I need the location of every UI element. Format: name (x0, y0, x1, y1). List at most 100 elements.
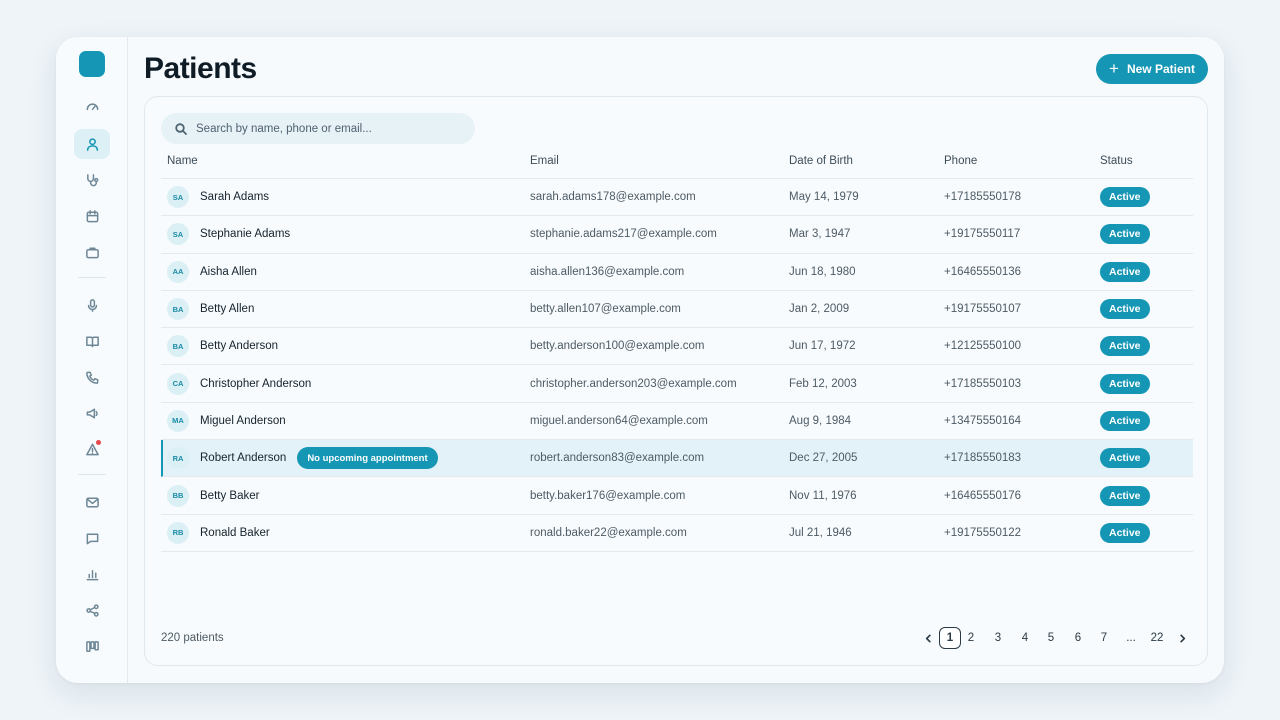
status-badge: Active (1100, 224, 1150, 245)
table-row[interactable]: AA Aisha Allen aisha.allen136@example.com J… (161, 254, 1193, 291)
dob-cell: Jun 18, 1980 (789, 265, 856, 278)
avatar: BB (167, 484, 189, 507)
email-cell: betty.allen107@example.com (530, 303, 681, 316)
microphone-icon (87, 298, 97, 312)
sidebar-item-mail[interactable] (74, 487, 110, 517)
sidebar-item-announcements[interactable] (74, 398, 110, 428)
patient-name[interactable]: Aisha Allen (200, 266, 257, 278)
current-page-button[interactable]: 1 (939, 627, 961, 649)
plus-icon: + (1109, 59, 1119, 78)
next-page-button[interactable] (1171, 627, 1193, 649)
mail-icon (85, 497, 99, 507)
phone-cell: +16465550136 (944, 265, 1022, 278)
page-button[interactable]: 2 (960, 627, 982, 649)
calendar-icon (86, 209, 98, 222)
sidebar-item-clinical[interactable] (74, 165, 110, 195)
table-row[interactable]: RA Robert Anderson No upcoming appointment… (161, 440, 1193, 478)
avatar: AA (167, 260, 189, 283)
sidebar-item-reports[interactable] (74, 559, 110, 589)
app-window: Patients + New Patient Name Email Date o… (56, 37, 1224, 683)
page-button[interactable]: 22 (1146, 627, 1168, 649)
sidebar-item-voice[interactable] (74, 290, 110, 320)
status-cell: Active (1100, 291, 1150, 327)
table-row[interactable]: RB Ronald Baker ronald.baker22@example.com… (161, 515, 1193, 552)
name-cell: AA Aisha Allen (167, 254, 257, 290)
name-cell: RB Ronald Baker (167, 515, 270, 551)
status-cell: Active (1100, 365, 1150, 401)
column-header-name[interactable]: Name (167, 155, 198, 167)
status-cell: Active (1100, 328, 1150, 364)
prev-page-button[interactable] (917, 627, 939, 649)
patient-name[interactable]: Betty Allen (200, 303, 254, 315)
sidebar-item-business[interactable] (74, 237, 110, 267)
patient-name[interactable]: Betty Baker (200, 490, 259, 502)
name-cell: BB Betty Baker (167, 477, 259, 513)
phone-cell: +13475550164 (944, 414, 1022, 427)
patient-name[interactable]: Robert Anderson (200, 452, 286, 464)
gauge-icon (86, 102, 98, 110)
search-bar[interactable] (161, 113, 475, 144)
email-cell: miguel.anderson64@example.com (530, 414, 708, 427)
phone-cell: +17185550183 (944, 452, 1022, 465)
notification-dot (96, 440, 101, 445)
table-row[interactable]: MA Miguel Anderson miguel.anderson64@examp… (161, 403, 1193, 441)
page-button[interactable]: 7 (1093, 627, 1115, 649)
email-cell: betty.baker176@example.com (530, 489, 686, 502)
status-cell: Active (1100, 403, 1150, 439)
status-cell: Active (1100, 477, 1150, 513)
table-row[interactable]: SA Stephanie Adams stephanie.adams217@exam… (161, 216, 1193, 254)
kanban-icon (85, 640, 99, 652)
sidebar-item-calendar[interactable] (74, 201, 110, 231)
table-row[interactable]: BB Betty Baker betty.baker176@example.com N… (161, 477, 1193, 515)
sidebar-item-dashboard[interactable] (74, 91, 110, 121)
column-header-phone[interactable]: Phone (944, 155, 977, 167)
pagination-ellipsis: ... (1126, 632, 1136, 644)
patient-name[interactable]: Sarah Adams (200, 191, 269, 203)
page-button[interactable]: 5 (1040, 627, 1062, 649)
page-button[interactable]: 3 (987, 627, 1009, 649)
sidebar-item-boards[interactable] (74, 631, 110, 661)
sidebar-item-calls[interactable] (74, 362, 110, 392)
name-cell: BA Betty Anderson (167, 328, 278, 364)
chat-icon (86, 533, 98, 544)
megaphone-icon (86, 408, 98, 418)
email-cell: christopher.anderson203@example.com (530, 377, 737, 390)
patient-name[interactable]: Miguel Anderson (200, 415, 286, 427)
patient-name[interactable]: Stephanie Adams (200, 228, 290, 240)
page-button[interactable]: 6 (1067, 627, 1089, 649)
status-badge: Active (1100, 299, 1150, 320)
sidebar-item-patients[interactable] (74, 129, 110, 159)
avatar: RB (167, 521, 189, 544)
dob-cell: Dec 27, 2005 (789, 452, 858, 465)
new-patient-button[interactable]: + New Patient (1096, 54, 1208, 84)
app-logo[interactable] (79, 51, 105, 77)
phone-cell: +19175550107 (944, 303, 1022, 316)
column-header-email[interactable]: Email (530, 155, 559, 167)
search-input[interactable] (196, 122, 466, 135)
table-row[interactable]: BA Betty Anderson betty.anderson100@exampl… (161, 328, 1193, 366)
avatar: SA (167, 223, 189, 246)
phone-cell: +19175550117 (944, 228, 1021, 241)
patient-name[interactable]: Ronald Baker (200, 527, 270, 539)
email-cell: aisha.allen136@example.com (530, 265, 685, 278)
column-header-dob[interactable]: Date of Birth (789, 155, 853, 167)
name-cell: SA Sarah Adams (167, 179, 269, 215)
dob-cell: Nov 11, 1976 (789, 489, 857, 502)
status-badge: Active (1100, 448, 1150, 469)
avatar: BA (167, 298, 189, 321)
sidebar-item-messages[interactable] (74, 523, 110, 553)
column-header-status[interactable]: Status (1100, 155, 1133, 167)
phone-cell: +16465550176 (944, 489, 1022, 502)
sidebar-item-alerts[interactable] (74, 434, 110, 464)
table-row[interactable]: CA Christopher Anderson christopher.anders… (161, 365, 1193, 403)
phone-cell: +19175550122 (944, 526, 1022, 539)
email-cell: sarah.adams178@example.com (530, 191, 696, 204)
sidebar-item-integrations[interactable] (74, 595, 110, 625)
dob-cell: May 14, 1979 (789, 191, 859, 204)
table-row[interactable]: BA Betty Allen betty.allen107@example.com J… (161, 291, 1193, 329)
sidebar-item-library[interactable] (74, 326, 110, 356)
patient-name[interactable]: Betty Anderson (200, 340, 278, 352)
page-button[interactable]: 4 (1014, 627, 1036, 649)
patient-name[interactable]: Christopher Anderson (200, 378, 311, 390)
table-row[interactable]: SA Sarah Adams sarah.adams178@example.com M… (161, 179, 1193, 217)
